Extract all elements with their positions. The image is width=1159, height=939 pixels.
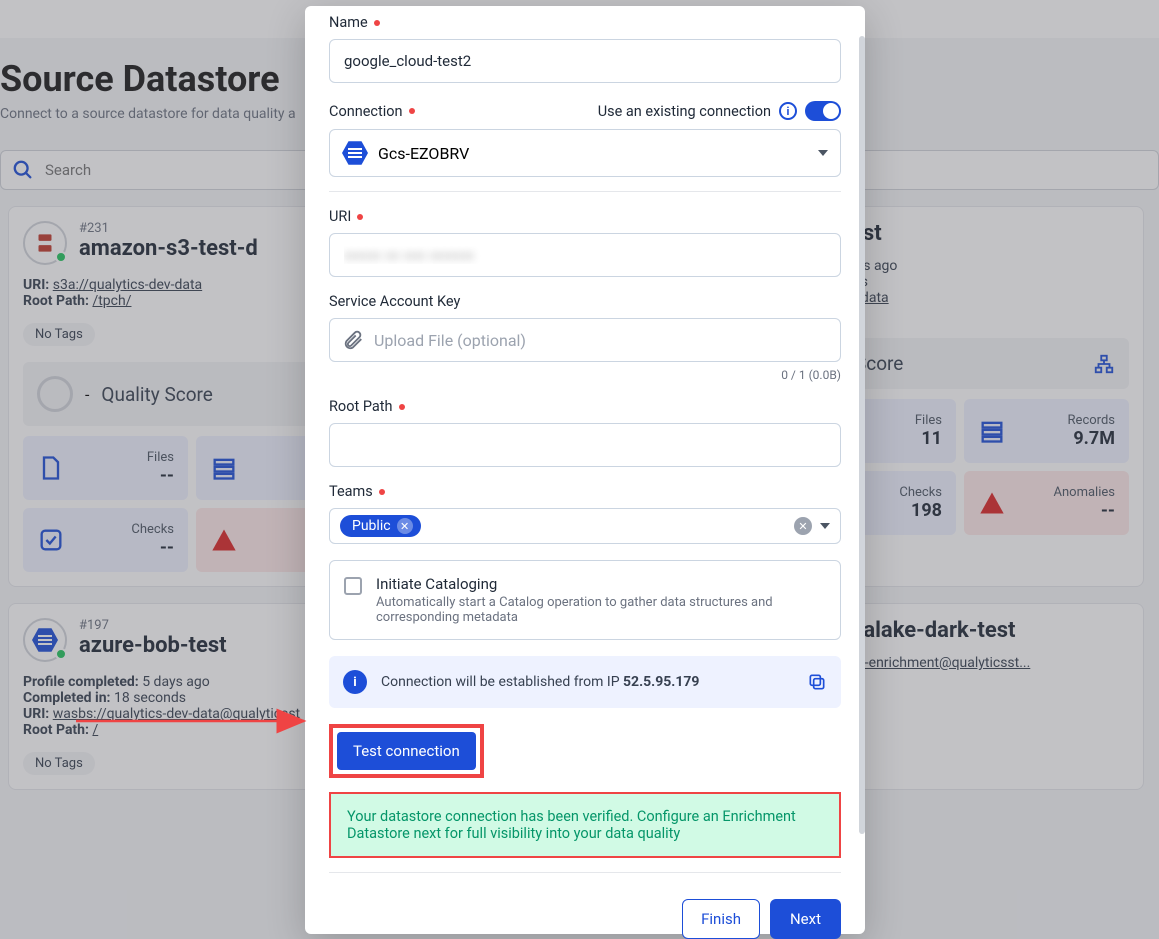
team-chip[interactable]: Public✕ — [340, 515, 421, 537]
finish-button[interactable]: Finish — [682, 899, 760, 939]
clear-icon[interactable]: ✕ — [794, 517, 812, 535]
chevron-down-icon — [818, 150, 828, 156]
root-path-label: Root Path — [329, 398, 841, 415]
uri-label: URI — [329, 208, 841, 225]
ip-info-box: i Connection will be established from IP… — [329, 656, 841, 708]
test-connection-button[interactable]: Test connection — [337, 732, 476, 770]
copy-icon[interactable] — [807, 672, 827, 692]
success-message: Your datastore connection has been verif… — [331, 794, 839, 856]
use-existing-label: Use an existing connection — [598, 103, 771, 120]
success-highlight: Your datastore connection has been verif… — [329, 792, 841, 858]
chevron-down-icon — [820, 523, 830, 529]
teams-select[interactable]: Public✕ ✕ — [329, 508, 841, 544]
info-icon: i — [343, 670, 367, 694]
sak-label: Service Account Key — [329, 293, 841, 310]
uri-input[interactable] — [329, 233, 841, 277]
paperclip-icon — [342, 329, 364, 351]
test-connection-highlight: Test connection — [329, 724, 484, 778]
root-path-input[interactable] — [329, 423, 841, 467]
teams-label: Teams — [329, 483, 841, 500]
add-datastore-modal: Name Connection Use an existing connecti… — [305, 6, 865, 934]
gcs-icon — [342, 140, 368, 166]
name-label: Name — [329, 14, 841, 31]
annotation-arrow — [76, 706, 316, 736]
use-existing-toggle[interactable] — [805, 101, 841, 121]
upload-meta: 0 / 1 (0.0B) — [329, 368, 841, 382]
initiate-cataloging-option[interactable]: Initiate Cataloging Automatically start … — [329, 560, 841, 640]
scrollbar[interactable] — [859, 36, 865, 834]
name-input[interactable] — [329, 39, 841, 83]
catalog-checkbox[interactable] — [344, 577, 362, 595]
info-icon[interactable]: i — [779, 102, 797, 120]
connection-label: Connection — [329, 103, 415, 120]
upload-file-input[interactable]: Upload File (optional) — [329, 318, 841, 362]
connection-select[interactable]: Gcs-EZOBRV — [329, 129, 841, 177]
chip-remove-icon[interactable]: ✕ — [397, 518, 413, 534]
next-button[interactable]: Next — [770, 899, 841, 939]
